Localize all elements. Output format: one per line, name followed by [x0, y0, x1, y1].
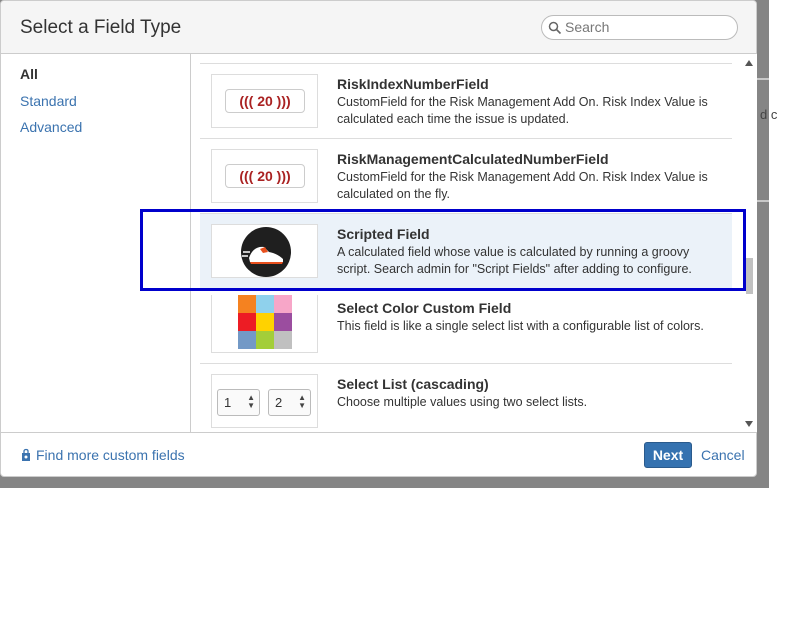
- field-preview: [211, 224, 318, 278]
- field-item-select-list-cascading[interactable]: 1 ▲ ▼ 2 ▲ ▼ Select List (cascading) Choose…: [200, 364, 732, 432]
- find-more-custom-fields-link[interactable]: Find more custom fields: [20, 447, 185, 463]
- list-scrollbar[interactable]: [741, 54, 757, 432]
- field-name: Select List (cascading): [337, 376, 489, 392]
- dialog-title: Select a Field Type: [20, 17, 182, 38]
- field-name: RiskIndexNumberField: [337, 76, 489, 92]
- sidebar-item-advanced[interactable]: Advanced: [20, 119, 82, 135]
- field-type-list: ((( 20 ))) RiskIndexNumberField CustomFi…: [191, 54, 741, 432]
- field-description: A calculated field whose value is calcul…: [337, 245, 692, 276]
- field-preview: ((( 20 ))): [211, 149, 318, 203]
- color-swatch: [274, 295, 292, 313]
- sidebar-item-all[interactable]: All: [20, 66, 38, 82]
- search-box[interactable]: [541, 15, 738, 40]
- background-partial-text: d c: [760, 107, 778, 122]
- background-divider: [757, 78, 769, 80]
- field-item-scripted-field[interactable]: Scripted Field A calculated field whose …: [200, 214, 732, 289]
- select-preview-first: 1 ▲ ▼: [217, 389, 260, 416]
- risk-index-preview: ((( 20 ))): [225, 164, 305, 188]
- color-swatch: [256, 331, 274, 349]
- up-down-arrow-icon: ▲ ▼: [247, 393, 255, 410]
- next-button[interactable]: Next: [644, 442, 692, 468]
- field-name: RiskManagementCalculatedNumberField: [337, 151, 609, 167]
- risk-index-preview: ((( 20 ))): [225, 89, 305, 113]
- field-preview: 1 ▲ ▼ 2 ▲ ▼: [211, 374, 318, 428]
- dialog-footer: Find more custom fields Next Cancel: [1, 432, 756, 478]
- field-description: CustomField for the Risk Management Add …: [337, 95, 708, 126]
- marketplace-bag-icon: [22, 448, 30, 461]
- color-swatch: [238, 313, 256, 331]
- field-preview: ((( 20 ))): [211, 74, 318, 128]
- field-description: This field is like a single select list …: [337, 319, 704, 333]
- select-preview-value: 1: [224, 395, 232, 410]
- color-swatch-grid: [238, 295, 292, 349]
- color-swatch: [274, 331, 292, 349]
- cancel-link[interactable]: Cancel: [701, 447, 745, 463]
- color-swatch: [274, 313, 292, 331]
- select-preview-second: 2 ▲ ▼: [268, 389, 311, 416]
- scroll-down-arrow-icon[interactable]: [745, 421, 753, 427]
- field-description: CustomField for the Risk Management Add …: [337, 170, 708, 201]
- color-swatch: [238, 331, 256, 349]
- running-shoe-icon: [241, 227, 291, 277]
- search-input[interactable]: [565, 18, 730, 36]
- up-down-arrow-icon: ▲ ▼: [298, 393, 306, 410]
- select-preview-value: 2: [275, 395, 283, 410]
- field-preview: [211, 295, 318, 353]
- color-swatch: [256, 313, 274, 331]
- field-name: Scripted Field: [337, 226, 430, 242]
- select-field-type-dialog: Select a Field Type All Standard Advance…: [0, 0, 757, 477]
- color-swatch: [238, 295, 256, 313]
- sidebar-item-standard[interactable]: Standard: [20, 93, 77, 109]
- color-swatch: [256, 295, 274, 313]
- find-more-label[interactable]: Find more custom fields: [36, 447, 185, 463]
- field-item-select-color[interactable]: Select Color Custom Field This field is …: [200, 289, 732, 364]
- field-item-risk-management-calculated[interactable]: ((( 20 ))) RiskManagementCalculatedNumbe…: [200, 139, 732, 214]
- scroll-up-arrow-icon[interactable]: [745, 60, 753, 66]
- scrollbar-thumb[interactable]: [746, 258, 753, 294]
- search-icon: [548, 21, 562, 35]
- field-name: Select Color Custom Field: [337, 300, 512, 316]
- category-sidebar: All Standard Advanced: [1, 54, 191, 432]
- dialog-header: Select a Field Type: [1, 1, 756, 54]
- background-divider: [757, 200, 769, 202]
- field-description: Choose multiple values using two select …: [337, 395, 588, 409]
- field-item-risk-index-number[interactable]: ((( 20 ))) RiskIndexNumberField CustomFi…: [200, 64, 732, 139]
